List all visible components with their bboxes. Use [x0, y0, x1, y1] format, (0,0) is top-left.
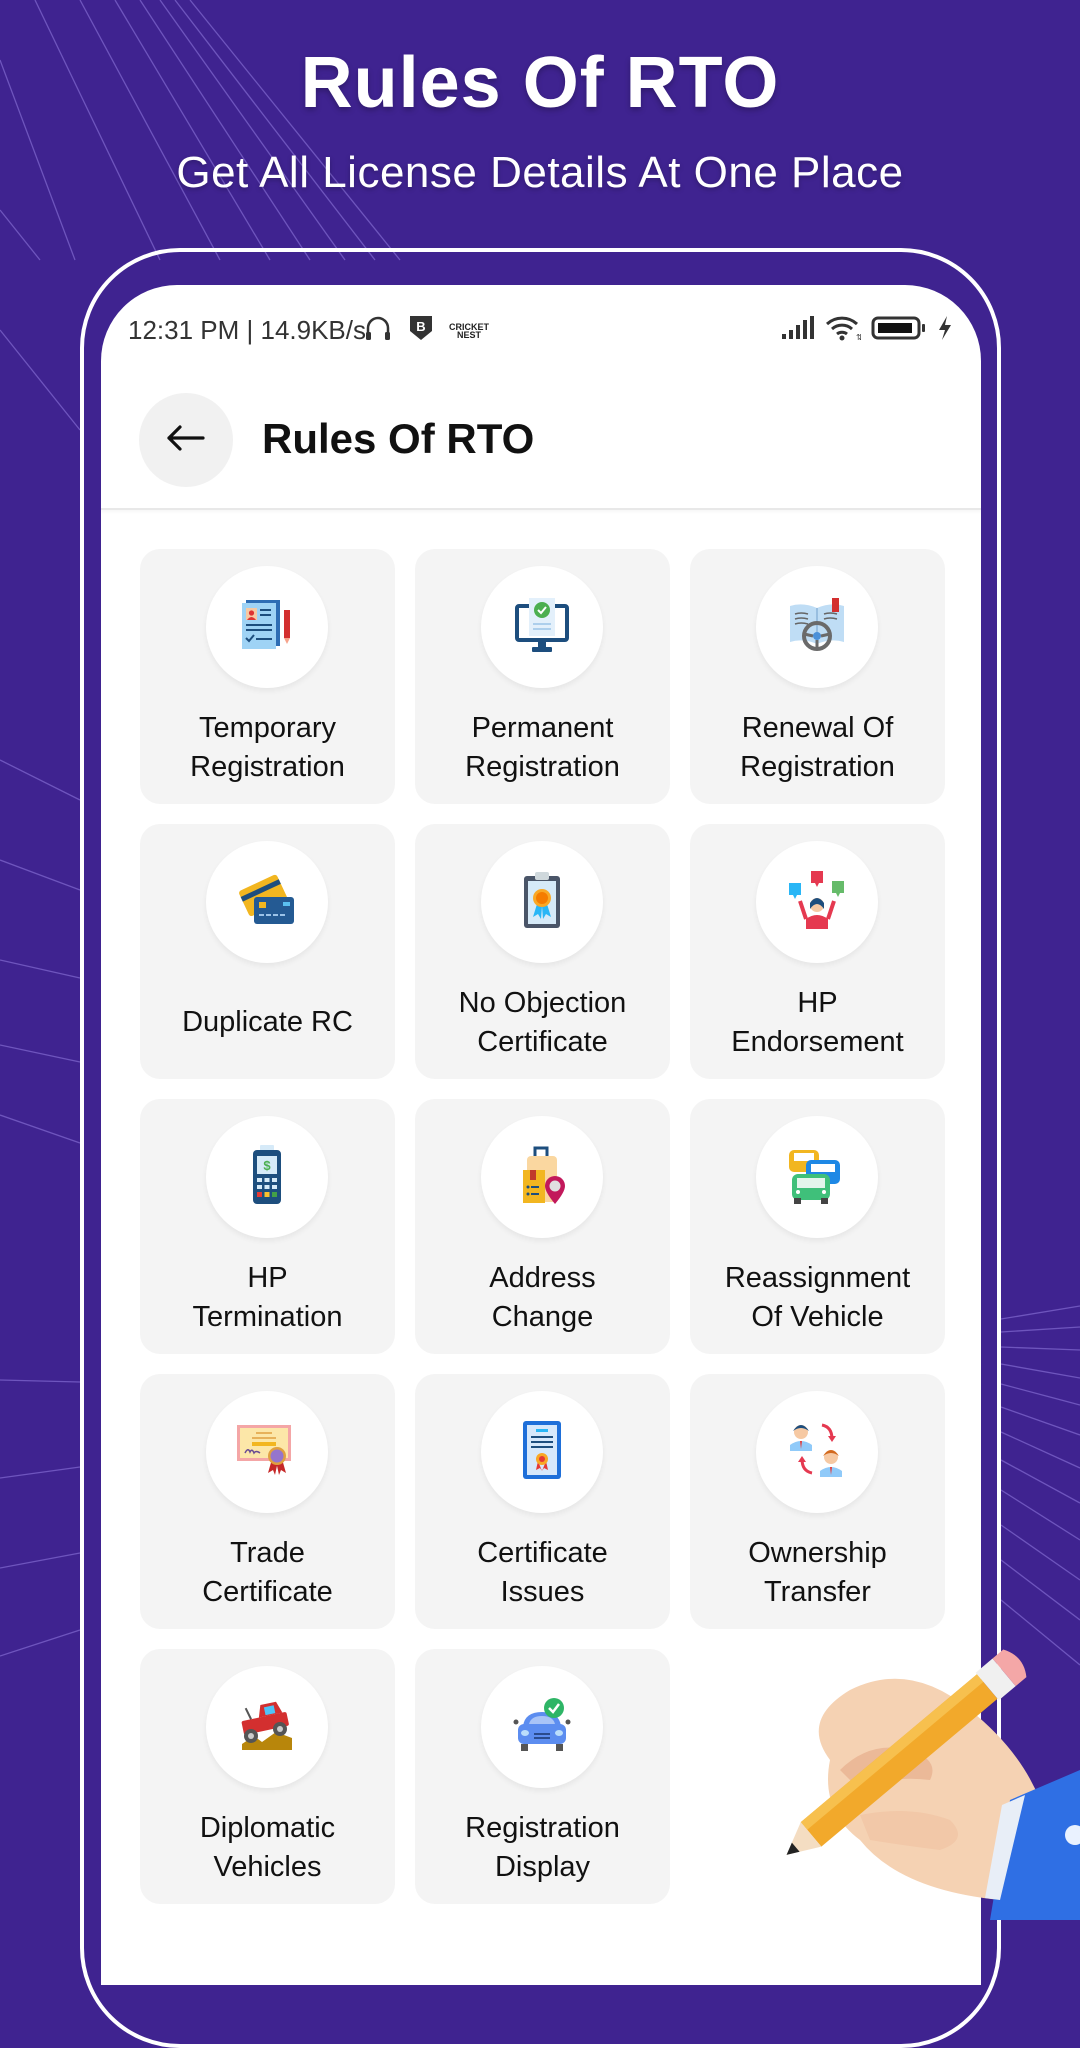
battery-icon [871, 315, 927, 346]
rule-card-duplicate-rc[interactable]: Duplicate RC [140, 824, 395, 1079]
rule-card-address-change[interactable]: Address Change [415, 1099, 670, 1354]
rule-card-hp-termination[interactable]: $ HP Termination [140, 1099, 395, 1354]
car-check-icon [509, 1692, 575, 1763]
rule-card-label: HP Termination [192, 1261, 343, 1333]
cricket-nest-icon: CRICKET NEST [449, 321, 489, 340]
document-form-icon [234, 592, 300, 663]
person-feedback-icon [784, 867, 850, 938]
clipboard-badge-icon [509, 867, 575, 938]
svg-text:$: $ [263, 1158, 271, 1173]
rule-card-label: Address Change [489, 1261, 596, 1333]
rule-card-temporary-registration[interactable]: Temporary Registration [140, 549, 395, 804]
status-time-speed: 12:31 PM | 14.9KB/s [128, 315, 366, 345]
rule-card-registration-display[interactable]: Registration Display [415, 1649, 670, 1904]
headphones-icon [363, 313, 393, 348]
rule-card-no-objection-certificate[interactable]: No Objection Certificate [415, 824, 670, 1079]
cards-icon [234, 867, 300, 938]
app-b-shield-icon: B [407, 313, 435, 348]
rule-card-label: Reassignment Of Vehicle [724, 1261, 911, 1333]
rule-card-label: Renewal Of Registration [740, 711, 895, 783]
people-exchange-icon [784, 1417, 850, 1488]
certificate-document-icon [509, 1417, 575, 1488]
rule-card-label: No Objection Certificate [458, 986, 627, 1058]
svg-text:B: B [416, 319, 425, 334]
rule-card-label: Temporary Registration [190, 711, 345, 783]
rule-card-renewal-of-registration[interactable]: Renewal Of Registration [690, 549, 945, 804]
rule-card-label: Certificate Issues [477, 1536, 608, 1608]
rule-card-ownership-transfer[interactable]: Ownership Transfer [690, 1374, 945, 1629]
rule-card-label: Trade Certificate [202, 1536, 333, 1608]
rule-card-trade-certificate[interactable]: Trade Certificate [140, 1374, 395, 1629]
promo-title: Rules Of RTO [300, 43, 780, 123]
promo-subtitle: Get All License Details At One Place [176, 148, 904, 197]
status-bar: 12:31 PM | 14.9KB/s B CRICKET NEST ⇅ [101, 285, 981, 375]
monitor-check-icon [509, 592, 575, 663]
rule-card-label: Registration Display [465, 1811, 620, 1883]
svg-text:⇅: ⇅ [856, 333, 861, 341]
wifi-icon: ⇅ [825, 315, 863, 346]
back-button[interactable] [139, 393, 233, 487]
payment-terminal-icon: $ [234, 1142, 300, 1213]
rule-card-diplomatic-vehicles[interactable]: Diplomatic Vehicles [140, 1649, 395, 1904]
rule-card-certificate-issues[interactable]: Certificate Issues [415, 1374, 670, 1629]
rule-card-hp-endorsement[interactable]: HP Endorsement [690, 824, 945, 1079]
book-steering-icon [784, 592, 850, 663]
hand-pencil-illustration [786, 1649, 1080, 1920]
certificate-ribbon-icon [234, 1417, 300, 1488]
signal-icon [781, 315, 815, 346]
rule-card-label: HP Endorsement [731, 986, 904, 1058]
rule-card-reassignment-of-vehicle[interactable]: Reassignment Of Vehicle [690, 1099, 945, 1354]
rule-card-permanent-registration[interactable]: Permanent Registration [415, 549, 670, 804]
rule-card-label: Duplicate RC [182, 1006, 353, 1038]
arrow-left-icon [166, 423, 206, 458]
jeep-icon [234, 1692, 300, 1763]
charging-icon [937, 315, 953, 346]
app-bar: Rules Of RTO [101, 375, 981, 510]
page-title: Rules Of RTO [262, 415, 535, 462]
rule-card-label: Permanent Registration [465, 711, 620, 783]
cars-icon [784, 1142, 850, 1213]
rule-card-label: Diplomatic Vehicles [199, 1811, 336, 1883]
luggage-location-icon [509, 1142, 575, 1213]
